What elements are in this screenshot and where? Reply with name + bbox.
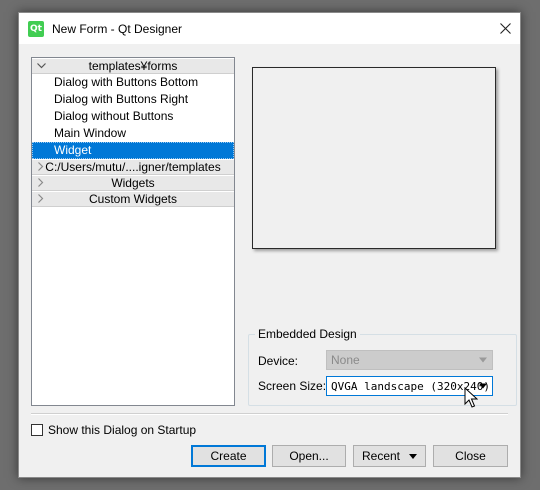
close-icon — [499, 23, 511, 34]
show-on-startup-row[interactable]: Show this Dialog on Startup — [31, 423, 196, 437]
chevron-right-icon — [36, 193, 46, 205]
embedded-design-title: Embedded Design — [255, 327, 360, 341]
title-bar[interactable]: Qt New Form - Qt Designer — [19, 13, 520, 44]
chevron-right-icon — [36, 177, 46, 189]
show-on-startup-checkbox[interactable] — [31, 424, 43, 436]
show-on-startup-label: Show this Dialog on Startup — [48, 423, 197, 437]
new-form-dialog: Qt New Form - Qt Designer templates¥form… — [18, 12, 521, 478]
category-templates-forms[interactable]: templates¥forms — [32, 58, 234, 74]
category-custom-widgets[interactable]: Custom Widgets — [32, 191, 234, 207]
open-button-label: Open... — [289, 449, 329, 463]
window-title: New Form - Qt Designer — [52, 21, 183, 36]
form-preview — [252, 67, 496, 249]
close-window-button[interactable] — [490, 13, 520, 44]
recent-button[interactable]: Recent — [353, 445, 426, 467]
dropdown-arrow-icon — [409, 453, 418, 459]
create-button-label: Create — [210, 449, 247, 463]
template-tree[interactable]: templates¥forms Dialog with Buttons Bott… — [31, 57, 235, 406]
tree-item-dialog-buttons-right[interactable]: Dialog with Buttons Right — [32, 91, 234, 108]
screen-size-label: Screen Size: — [258, 379, 327, 393]
device-combo: None — [326, 350, 493, 370]
dropdown-arrow-icon — [479, 357, 487, 363]
chevron-down-icon — [36, 61, 46, 71]
create-button[interactable]: Create — [191, 445, 266, 467]
category-label: Custom Widgets — [88, 192, 178, 206]
tree-item-dialog-buttons-bottom[interactable]: Dialog with Buttons Bottom — [32, 74, 234, 91]
device-label: Device: — [258, 354, 299, 368]
category-user-templates[interactable]: C:/Users/mutu/....igner/templates — [32, 159, 234, 175]
category-label: C:/Users/mutu/....igner/templates — [45, 160, 221, 174]
close-button[interactable]: Close — [433, 445, 508, 467]
qt-designer-icon: Qt — [28, 20, 44, 37]
device-value: None — [331, 353, 360, 367]
recent-button-label: Recent — [361, 449, 401, 463]
tree-item-widget[interactable]: Widget — [32, 142, 234, 159]
tree-item-dialog-without-buttons[interactable]: Dialog without Buttons — [32, 108, 234, 125]
mouse-pointer-icon — [464, 387, 478, 408]
dropdown-arrow-icon — [479, 383, 487, 389]
category-label: templates¥forms — [88, 59, 178, 73]
category-label: Widgets — [111, 176, 155, 190]
chevron-right-icon — [36, 161, 46, 173]
tree-item-main-window[interactable]: Main Window — [32, 125, 234, 142]
open-button[interactable]: Open... — [272, 445, 346, 467]
footer-divider — [31, 413, 508, 415]
category-widgets[interactable]: Widgets — [32, 175, 234, 191]
close-button-label: Close — [455, 449, 486, 463]
